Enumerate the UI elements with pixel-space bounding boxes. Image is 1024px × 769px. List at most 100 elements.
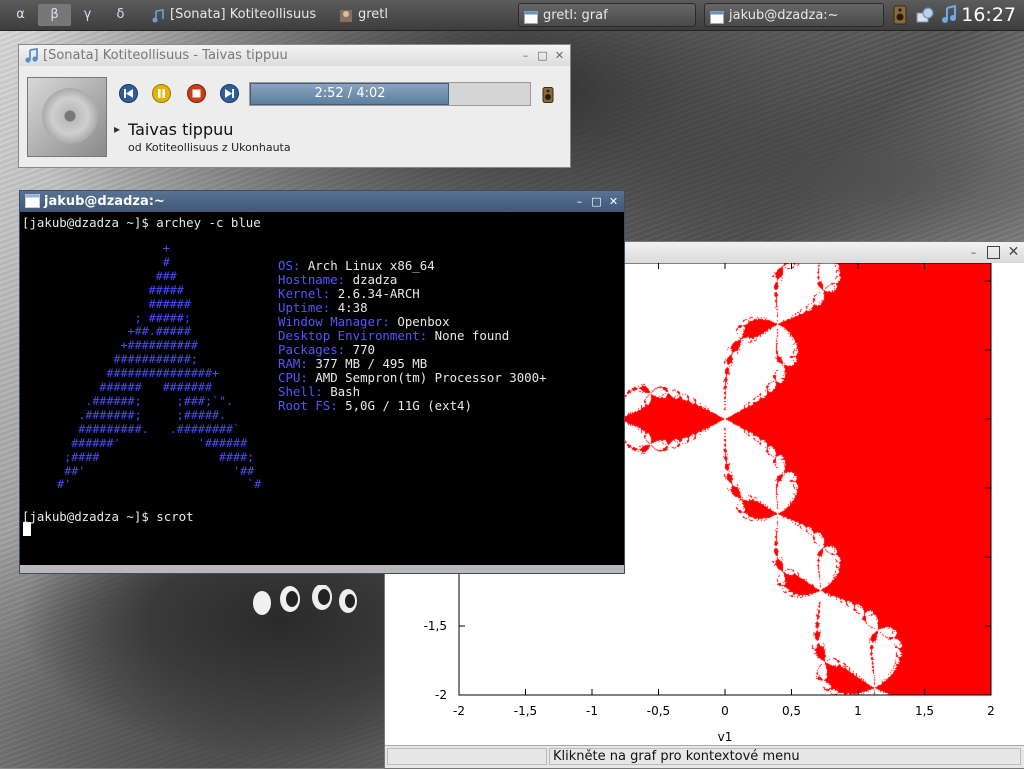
song-title[interactable]: Taivas tippuu [114, 120, 233, 139]
system-info-label: Window Manager: [278, 314, 398, 329]
network-icon[interactable] [915, 5, 934, 25]
status-text: Klikněte na graf pro kontextové menu [553, 749, 800, 764]
maximize-button[interactable]: □ [536, 49, 549, 62]
x-tick-label: -1,5 [514, 704, 537, 718]
close-button[interactable]: ✕ [1007, 245, 1020, 259]
next-button[interactable] [220, 84, 239, 103]
music-note-icon[interactable] [940, 4, 958, 25]
terminal-command-line: [jakub@dzadza ~]$ archey -c blue [22, 215, 261, 230]
sonata-titlebar[interactable]: [Sonata] Kotiteollisuus - Taivas tippuu … [19, 45, 570, 66]
system-info-row: Desktop Environment: None found [278, 329, 509, 343]
minimize-button[interactable]: – [967, 246, 980, 259]
sonata-speaker-icon[interactable] [891, 5, 909, 25]
system-info-label: Kernel: [278, 286, 338, 301]
task-terminal[interactable]: jakub@dzadza:~ [704, 3, 884, 27]
minimize-button[interactable]: – [519, 49, 532, 62]
pause-button[interactable] [152, 84, 171, 103]
song-progress-text: 2:52 / 4:02 [314, 86, 386, 101]
system-info-value: AMD Sempron(tm) Processor 3000+ [315, 370, 547, 385]
system-info-row: Window Manager: Openbox [278, 315, 450, 329]
arch-ascii-logo: + # ### ##### ###### ; #####; +##.##### … [57, 241, 262, 492]
system-info-label: Shell: [278, 384, 331, 399]
system-info-row: Kernel: 2.6.34-ARCH [278, 287, 420, 301]
task-gretl-graph-label: gretl: graf [543, 8, 608, 23]
prev-button[interactable] [119, 84, 138, 103]
workspace-delta[interactable]: δ [104, 4, 137, 26]
x-tick-label: 2 [987, 704, 995, 718]
terminal-output[interactable]: [jakub@dzadza ~]$ archey -c blue + # ###… [22, 214, 622, 565]
system-info-value: Arch Linux x86_64 [307, 258, 435, 273]
close-button[interactable]: ✕ [607, 195, 620, 208]
task-gretl[interactable]: gretl [334, 3, 504, 27]
system-info-label: CPU: [278, 370, 316, 385]
sonata-speaker-icon[interactable] [542, 87, 554, 106]
sonata-title: [Sonata] Kotiteollisuus - Taivas tippuu [43, 48, 288, 63]
workspace-beta[interactable]: β [38, 4, 71, 26]
system-info-value: dzadza [352, 272, 398, 287]
task-sonata[interactable]: [Sonata] Kotiteollisuus [146, 3, 326, 27]
terminal-bottom-border [20, 565, 624, 573]
system-info-value: 2.6.34-ARCH [337, 286, 420, 301]
terminal-title: jakub@dzadza:~ [44, 194, 165, 209]
system-info-row: Shell: Bash [278, 385, 360, 399]
system-info-row: RAM: 377 MB / 495 MB [278, 357, 427, 371]
x-tick-label: 1,5 [915, 704, 934, 718]
system-info-label: Desktop Environment: [278, 328, 435, 343]
system-info-label: Packages: [278, 342, 353, 357]
x-tick-label: -0,5 [647, 704, 670, 718]
task-terminal-label: jakub@dzadza:~ [729, 8, 839, 23]
y-tick-label: -1,5 [424, 619, 447, 633]
system-info-value: 5,0G / 11G (ext4) [345, 398, 472, 413]
system-info-label: Uptime: [278, 300, 338, 315]
system-info-value: Openbox [397, 314, 450, 329]
workspace-alpha[interactable]: α [4, 4, 37, 26]
stop-button[interactable] [187, 84, 206, 103]
system-info-value: Bash [330, 384, 361, 399]
x-tick-label: 0,5 [782, 704, 801, 718]
terminal-window[interactable]: jakub@dzadza:~ – □ ✕ [jakub@dzadza ~]$ a… [19, 190, 625, 574]
system-info-value: 770 [352, 342, 375, 357]
system-info-label: OS: [278, 258, 308, 273]
taskbar: α β γ δ [Sonata] Kotiteollisuus gretl gr… [0, 0, 1024, 31]
system-info-row: Uptime: 4:38 [278, 301, 368, 315]
system-info-label: RAM: [278, 356, 316, 371]
album-art[interactable] [27, 77, 107, 157]
music-note-icon [151, 8, 165, 23]
system-info-value: 4:38 [337, 300, 368, 315]
terminal-titlebar[interactable]: jakub@dzadza:~ – □ ✕ [20, 191, 624, 212]
system-info-label: Root FS: [278, 398, 346, 413]
terminal-command-line: [jakub@dzadza ~]$ scrot [22, 509, 194, 524]
clock[interactable]: 16:27 [961, 0, 1016, 30]
status-cell [387, 748, 547, 765]
music-note-icon [24, 47, 39, 63]
task-gretl-label: gretl [358, 7, 389, 22]
x-tick-label: -2 [453, 704, 465, 718]
y-tick-label: -2 [435, 688, 447, 702]
terminal-cursor [23, 522, 31, 536]
song-progress-bar[interactable]: 2:52 / 4:02 [249, 82, 531, 106]
system-info-value: None found [434, 328, 510, 343]
close-button[interactable]: ✕ [553, 49, 566, 62]
task-sonata-label: [Sonata] Kotiteollisuus [170, 7, 317, 22]
window-icon [524, 9, 538, 24]
system-info-row: Root FS: 5,0G / 11G (ext4) [278, 399, 472, 413]
system-info-label: Hostname: [278, 272, 353, 287]
system-info-row: Packages: 770 [278, 343, 375, 357]
maximize-button[interactable]: □ [590, 195, 603, 208]
wallpaper-hand-detail [253, 585, 357, 615]
maximize-button[interactable] [987, 246, 1000, 259]
system-info-value: 377 MB / 495 MB [315, 356, 428, 371]
window-icon [25, 194, 40, 209]
x-tick-label: 1 [854, 704, 862, 718]
window-icon [710, 9, 724, 24]
x-tick-label: 0 [721, 704, 729, 718]
system-info-row: Hostname: dzadza [278, 273, 397, 287]
system-info-row: OS: Arch Linux x86_64 [278, 259, 435, 273]
gretl-app-icon [339, 8, 353, 22]
x-tick-label: -1 [586, 704, 598, 718]
minimize-button[interactable]: – [573, 195, 586, 208]
status-bar: Klikněte na graf pro kontextové menu [385, 745, 1024, 768]
song-subtitle: od Kotiteollisuus z Ukonhauta [128, 141, 291, 154]
task-gretl-graph[interactable]: gretl: graf [518, 3, 696, 27]
workspace-gamma[interactable]: γ [71, 4, 104, 26]
